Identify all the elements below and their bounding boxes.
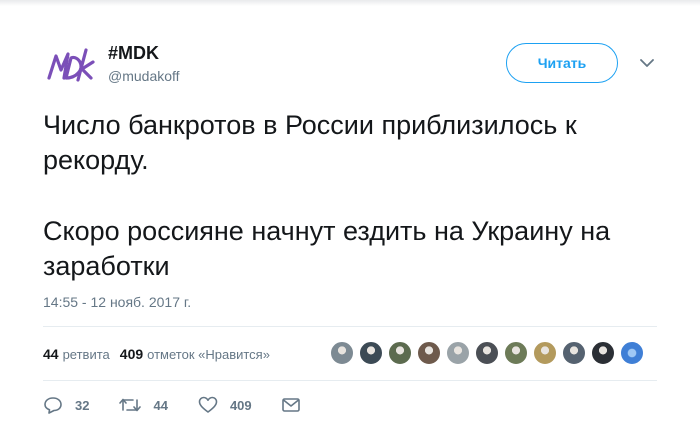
tweet-text: Число банкротов в России приблизилось к … [43, 108, 663, 284]
liker-avatar[interactable] [330, 341, 354, 365]
follow-button[interactable]: Читать [506, 43, 618, 83]
liker-avatar[interactable] [417, 341, 441, 365]
likes-label[interactable]: отметок «Нравится» [147, 347, 270, 362]
liker-avatar[interactable] [562, 341, 586, 365]
envelope-icon[interactable] [281, 398, 300, 412]
like-count: 409 [229, 397, 252, 413]
liker-avatar[interactable] [533, 341, 557, 365]
account-name[interactable]: #MDK [108, 43, 159, 64]
heart-icon[interactable] [198, 396, 218, 414]
retweets-count[interactable]: 44 [43, 346, 59, 362]
mdk-logo-avatar[interactable] [44, 42, 96, 88]
liker-avatar[interactable] [359, 341, 383, 365]
liker-avatar[interactable] [591, 341, 615, 365]
retweet-icon[interactable] [119, 397, 142, 413]
liker-avatar[interactable] [504, 341, 528, 365]
divider [43, 380, 657, 381]
tweet-stats: 44 ретвита 409 отметок «Нравится» [43, 346, 280, 362]
chevron-down-icon[interactable] [640, 58, 654, 68]
likes-count[interactable]: 409 [120, 346, 143, 362]
top-edge [0, 0, 700, 6]
tweet-timestamp[interactable]: 14:55 - 12 нояб. 2017 г. [43, 294, 191, 310]
liker-avatar[interactable] [446, 341, 470, 365]
liker-avatar[interactable] [388, 341, 412, 365]
divider [43, 326, 657, 327]
liker-avatar[interactable] [475, 341, 499, 365]
tweet-actions: 32 44 409 [43, 396, 342, 414]
likers-avatars [330, 341, 649, 365]
liker-avatar[interactable] [620, 341, 644, 365]
reply-count: 32 [75, 397, 90, 413]
like-action[interactable]: 409 [198, 396, 252, 414]
reply-action[interactable]: 32 [43, 396, 89, 414]
retweet-count: 44 [153, 397, 168, 413]
reply-icon[interactable] [43, 396, 63, 414]
retweet-action[interactable]: 44 [119, 397, 168, 413]
tweet-paragraph: Скоро россияне начнут ездить на Украину … [43, 216, 611, 281]
tweet-paragraph: Число банкротов в России приблизилось к … [43, 110, 577, 175]
retweets-label[interactable]: ретвита [63, 347, 110, 362]
account-handle[interactable]: @mudakoff [108, 68, 180, 84]
message-action[interactable] [281, 398, 312, 412]
